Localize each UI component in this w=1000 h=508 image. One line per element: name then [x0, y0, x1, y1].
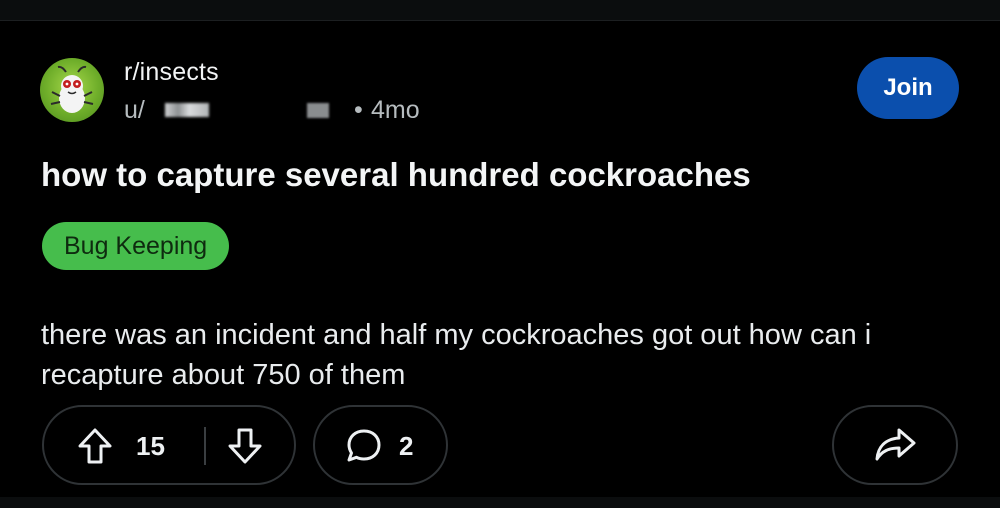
join-button[interactable]: Join — [857, 57, 959, 119]
comment-button[interactable]: 2 — [313, 405, 448, 485]
redacted-mark — [307, 103, 329, 118]
redacted-username — [165, 103, 209, 117]
bottom-divider — [0, 497, 1000, 508]
post-age: 4mo — [371, 96, 420, 124]
top-divider — [0, 0, 1000, 21]
share-arrow-icon — [873, 426, 917, 464]
vote-bar: 15 — [42, 405, 296, 485]
post-body: there was an incident and half my cockro… — [41, 319, 872, 391]
comment-bubble-icon — [343, 425, 385, 467]
post-flair[interactable]: Bug Keeping — [42, 222, 230, 270]
vote-count: 15 — [136, 431, 165, 461]
share-button[interactable] — [832, 405, 958, 485]
arrow-down-icon[interactable] — [224, 425, 266, 467]
post-title[interactable]: how to capture several hundred cockroach… — [41, 156, 751, 194]
subreddit-name[interactable]: r/insects — [124, 58, 219, 87]
subreddit-avatar-icon[interactable] — [40, 58, 104, 122]
username-prefix[interactable]: u/ — [124, 96, 145, 125]
vote-divider — [204, 427, 206, 465]
arrow-up-icon[interactable] — [74, 425, 116, 467]
comment-count: 2 — [399, 431, 414, 461]
meta-separator: • — [354, 96, 363, 124]
